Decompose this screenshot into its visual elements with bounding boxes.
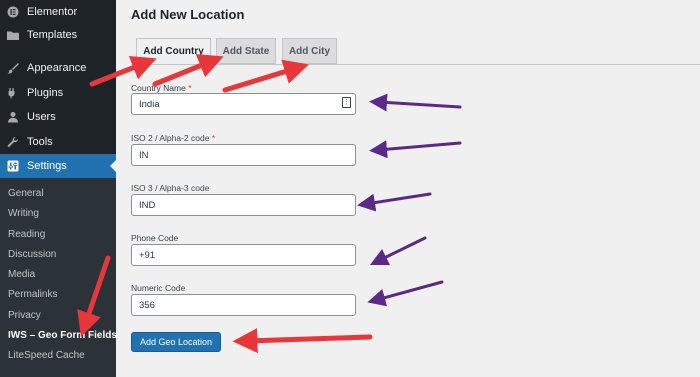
folder-icon — [6, 28, 20, 42]
submenu-item-permalinks[interactable]: Permalinks — [8, 286, 57, 304]
submenu-item-geo-form-fields[interactable]: IWS – Geo Form Fields — [8, 327, 117, 345]
country-name-input[interactable] — [131, 93, 356, 115]
submenu-item-general[interactable]: General — [8, 185, 44, 203]
menu-item-settings[interactable]: Settings — [0, 154, 116, 178]
menu-item-users[interactable]: Users — [0, 105, 116, 129]
iso3-input[interactable] — [131, 194, 356, 216]
numeric-code-input[interactable] — [131, 294, 356, 316]
tab-add-city[interactable]: Add City — [282, 38, 337, 64]
paintbrush-icon — [6, 61, 20, 75]
submenu-item-discussion[interactable]: Discussion — [8, 246, 56, 264]
required-mark: * — [211, 133, 216, 143]
menu-item-tools[interactable]: Tools — [0, 130, 116, 154]
menu-item-label: Users — [27, 111, 56, 123]
phone-code-input[interactable] — [131, 244, 356, 266]
numeric-code-label: Numeric Code — [131, 283, 186, 293]
menu-item-label: Plugins — [27, 87, 64, 99]
menu-item-label: Templates — [27, 29, 78, 41]
menu-item-elementor[interactable]: Elementor — [0, 0, 116, 24]
menu-item-label: Elementor — [27, 6, 78, 18]
menu-item-label: Appearance — [27, 62, 87, 74]
required-mark: * — [188, 83, 192, 93]
submenu-item-privacy[interactable]: Privacy — [8, 307, 41, 325]
admin-sidebar: Elementor Templates Appearance Plugins U… — [0, 0, 117, 377]
autofill-card-icon[interactable]: ⋮ — [342, 97, 351, 108]
menu-item-appearance[interactable]: Appearance — [0, 56, 116, 80]
iso3-label: ISO 3 / Alpha-3 code — [131, 183, 210, 193]
menu-item-label: Settings — [27, 160, 67, 172]
user-icon — [6, 110, 20, 124]
submenu-item-writing[interactable]: Writing — [8, 205, 39, 223]
settings-submenu: General Writing Reading Discussion Media… — [0, 178, 117, 377]
menu-item-label: Tools — [27, 136, 53, 148]
country-name-label-text: Country Name — [131, 83, 186, 93]
page-title: Add New Location — [131, 7, 245, 22]
menu-item-plugins[interactable]: Plugins — [0, 81, 116, 105]
phone-code-label: Phone Code — [131, 233, 179, 243]
submenu-item-reading[interactable]: Reading — [8, 226, 45, 244]
submenu-item-litespeed-cache[interactable]: LiteSpeed Cache — [8, 347, 85, 365]
settings-icon — [6, 159, 20, 173]
tab-divider — [131, 64, 700, 65]
add-geo-location-button[interactable]: Add Geo Location — [131, 332, 221, 352]
elementor-icon — [6, 5, 20, 19]
main-content: Add New Location Add Country Add State A… — [116, 0, 700, 377]
tab-add-country[interactable]: Add Country — [136, 38, 211, 64]
country-name-label: Country Name * — [131, 83, 192, 93]
iso2-label: ISO 2 / Alpha-2 code * — [131, 133, 215, 143]
tab-add-state[interactable]: Add State — [216, 38, 276, 64]
iso2-input[interactable] — [131, 144, 356, 166]
plugin-icon — [6, 86, 20, 100]
submenu-item-media[interactable]: Media — [8, 266, 35, 284]
wrench-icon — [6, 135, 20, 149]
menu-item-templates[interactable]: Templates — [0, 23, 116, 47]
iso2-label-text: ISO 2 / Alpha-2 code — [131, 133, 210, 143]
